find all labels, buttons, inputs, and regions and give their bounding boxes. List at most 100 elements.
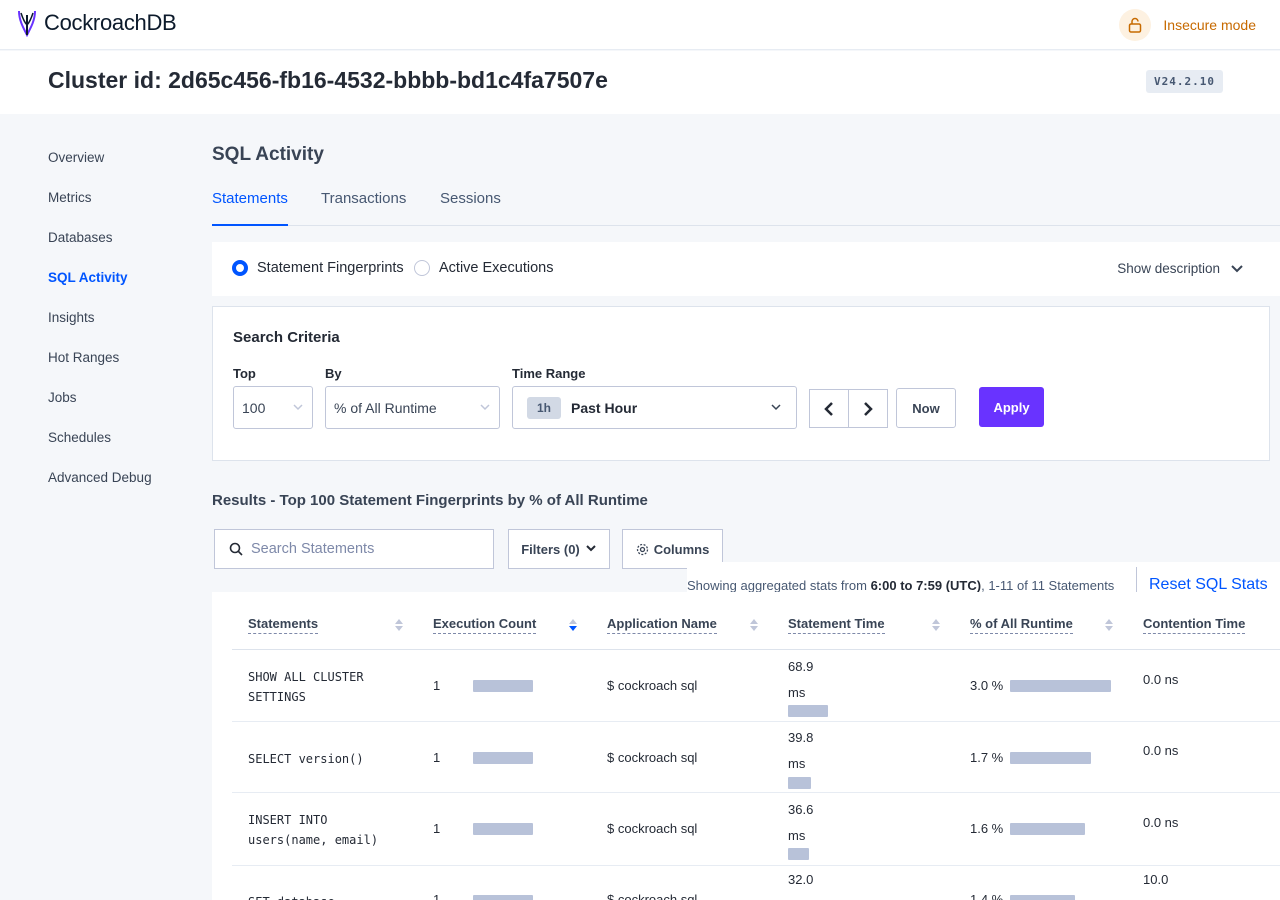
tab-transactions[interactable]: Transactions (321, 190, 406, 226)
chevron-right-icon (864, 401, 873, 416)
chevron-down-icon (480, 404, 490, 411)
column-header-contention-time[interactable]: Contention Time (1143, 616, 1246, 634)
statement-time-bar (788, 705, 828, 717)
sidebar-item-hot-ranges[interactable]: Hot Ranges (48, 348, 152, 388)
table-row[interactable]: SHOW ALL CLUSTER SETTINGS 1 $ cockroach … (232, 650, 1280, 722)
statement-text[interactable]: SELECT version() (248, 749, 398, 769)
cockroach-logo-icon (18, 10, 36, 37)
cluster-header: Cluster id: 2d65c456-fb16-4532-bbbb-bd1c… (0, 51, 1280, 114)
show-description-toggle[interactable]: Show description (1117, 261, 1244, 276)
execution-count-bar (473, 895, 533, 900)
brand-name: CockroachDB (44, 10, 177, 35)
radio-selected-indicator (232, 260, 248, 276)
radio-label-fingerprints: Statement Fingerprints (257, 260, 404, 276)
sidebar-item-schedules[interactable]: Schedules (48, 428, 152, 468)
radio-unselected-indicator (414, 260, 430, 276)
now-button[interactable]: Now (896, 388, 956, 428)
runtime-percent: 3.0 % (970, 678, 1004, 693)
statements-table: Statements Execution Count Application N… (212, 592, 1280, 900)
sidebar-item-jobs[interactable]: Jobs (48, 388, 152, 428)
chevron-down-icon (1231, 264, 1243, 272)
execution-count-bar (473, 752, 533, 764)
execution-count-bar (473, 823, 533, 835)
statement-time-unit: ms (788, 685, 806, 700)
statement-text[interactable]: SET database (248, 892, 398, 900)
brand-logo[interactable]: CockroachDB (16, 9, 177, 37)
table-row[interactable]: INSERT INTO users(name, email) 1 $ cockr… (232, 794, 1280, 866)
column-header-runtime-percent[interactable]: % of All Runtime (970, 616, 1073, 634)
sort-descending-icon[interactable] (568, 618, 578, 632)
search-icon (229, 542, 243, 556)
previous-range-button[interactable] (809, 389, 849, 428)
time-range-select[interactable]: 1h Past Hour (512, 386, 797, 429)
next-range-button[interactable] (848, 389, 888, 428)
search-statements-input[interactable]: Search Statements (214, 529, 494, 569)
by-select[interactable]: % of All Runtime (325, 386, 500, 429)
sidebar-item-databases[interactable]: Databases (48, 228, 152, 268)
gear-icon (636, 543, 648, 555)
application-name: $ cockroach sql (607, 892, 698, 900)
execution-count: 1 (433, 678, 441, 693)
sidebar-item-metrics[interactable]: Metrics (48, 188, 152, 228)
tab-statements[interactable]: Statements (212, 190, 288, 226)
table-row[interactable]: SELECT version() 1 $ cockroach sql 39.8 … (232, 723, 1280, 793)
runtime-percent: 1.6 % (970, 821, 1004, 836)
version-badge: V24.2.10 (1146, 70, 1223, 93)
apply-button[interactable]: Apply (979, 387, 1044, 427)
top-select[interactable]: 100 (233, 386, 313, 429)
column-header-execution-count[interactable]: Execution Count (433, 616, 537, 634)
column-header-statement-time[interactable]: Statement Time (788, 616, 885, 634)
execution-count: 1 (433, 821, 441, 836)
time-range-value: Past Hour (571, 399, 638, 416)
contention-time: 10.0 (1143, 872, 1169, 887)
sort-icon[interactable] (394, 618, 404, 632)
filters-button[interactable]: Filters (0) (508, 529, 610, 569)
insecure-mode-indicator[interactable]: Insecure mode (1119, 9, 1256, 41)
application-name: $ cockroach sql (607, 821, 698, 836)
table-row[interactable]: SET database 1 $ cockroach sql 32.0 1.4 … (232, 867, 1280, 900)
top-label: Top (233, 366, 256, 381)
statement-time-unit: ms (788, 756, 806, 771)
statement-time-unit: ms (788, 828, 806, 843)
contention-time: 0.0 ns (1143, 743, 1179, 758)
sort-icon[interactable] (749, 618, 759, 632)
sidebar-item-insights[interactable]: Insights (48, 308, 152, 348)
sidebar: Overview Metrics Databases SQL Activity … (48, 148, 152, 508)
radio-statement-fingerprints[interactable]: Statement Fingerprints (232, 260, 404, 276)
column-header-application-name[interactable]: Application Name (607, 616, 717, 634)
runtime-percent: 1.4 % (970, 892, 1004, 900)
columns-label: Columns (653, 541, 710, 557)
view-mode-card: Statement Fingerprints Active Executions… (212, 242, 1280, 296)
execution-count-bar (473, 680, 533, 692)
showing-text: Showing aggregated stats from 6:00 to 7:… (687, 578, 1115, 593)
showing-range: 6:00 to 7:59 (UTC) (870, 578, 982, 593)
results-title: Results - Top 100 Statement Fingerprints… (212, 492, 648, 509)
application-name: $ cockroach sql (607, 678, 698, 693)
execution-count: 1 (433, 750, 441, 765)
show-description-label: Show description (1117, 261, 1220, 276)
statement-text[interactable]: SHOW ALL CLUSTER SETTINGS (248, 667, 398, 707)
statement-time-bar (788, 777, 811, 789)
statement-text[interactable]: INSERT INTO users(name, email) (248, 810, 398, 850)
top-select-value: 100 (242, 399, 266, 416)
time-range-badge: 1h (527, 396, 562, 419)
runtime-percent-bar (1010, 680, 1111, 692)
tab-sessions[interactable]: Sessions (440, 190, 501, 226)
radio-active-executions[interactable]: Active Executions (414, 260, 553, 276)
lock-icon (1119, 9, 1152, 41)
filters-label: Filters (0) (521, 541, 580, 557)
runtime-percent-bar (1010, 895, 1075, 900)
chevron-down-icon (771, 404, 781, 411)
contention-time: 0.0 ns (1143, 672, 1179, 687)
search-placeholder: Search Statements (251, 541, 375, 557)
top-bar: CockroachDB Insecure mode (0, 0, 1280, 50)
chevron-left-icon (824, 401, 833, 416)
sidebar-item-sql-activity[interactable]: SQL Activity (48, 268, 152, 308)
sort-icon[interactable] (931, 618, 941, 632)
sidebar-item-advanced-debug[interactable]: Advanced Debug (48, 468, 152, 508)
column-header-statements[interactable]: Statements (248, 616, 319, 634)
sort-icon[interactable] (1104, 618, 1114, 632)
radio-label-active: Active Executions (439, 260, 554, 276)
sidebar-item-overview[interactable]: Overview (48, 148, 152, 188)
insecure-mode-label: Insecure mode (1163, 17, 1256, 33)
